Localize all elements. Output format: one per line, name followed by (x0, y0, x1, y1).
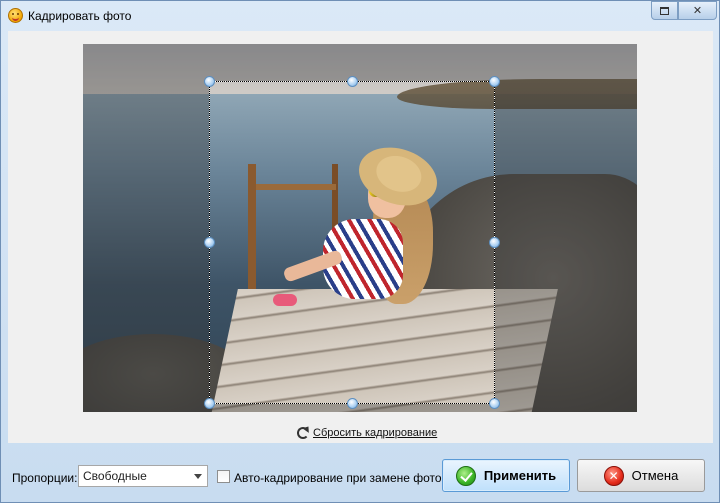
app-smiley-icon (8, 8, 23, 23)
checkmark-icon (455, 465, 476, 486)
maximize-button[interactable] (651, 1, 678, 20)
apply-label: Применить (483, 468, 557, 483)
apply-button[interactable]: Применить (442, 459, 570, 492)
crop-handle-top[interactable] (347, 76, 358, 87)
crop-handle-bottom-right[interactable] (489, 398, 500, 409)
crop-handle-right[interactable] (489, 237, 500, 248)
reset-crop-link[interactable]: Сбросить кадрирование (297, 427, 437, 439)
crop-handle-left[interactable] (204, 237, 215, 248)
proportions-label: Пропорции: (12, 471, 78, 485)
footer-bar: Пропорции: Свободные Авто-кадрирование п… (1, 444, 719, 502)
proportions-value: Свободные (83, 469, 147, 483)
close-icon: ✕ (692, 5, 703, 17)
cancel-label: Отмена (631, 468, 679, 483)
close-button[interactable]: ✕ (678, 1, 717, 20)
crop-handle-top-right[interactable] (489, 76, 500, 87)
maximize-icon (660, 6, 669, 15)
crop-photo-window: Кадрировать фото ✕ Сбросить кадрирование… (0, 0, 720, 503)
title-bar[interactable]: Кадрировать фото ✕ (1, 1, 719, 31)
crop-handle-top-left[interactable] (204, 76, 215, 87)
window-title: Кадрировать фото (28, 9, 132, 23)
dialog-body: Сбросить кадрирование (8, 31, 713, 443)
photo-preview (83, 44, 637, 412)
reset-crop-label[interactable]: Сбросить кадрирование (313, 427, 437, 439)
autocrop-checkbox[interactable] (217, 470, 230, 483)
crop-handle-bottom-left[interactable] (204, 398, 215, 409)
cancel-x-icon: ✕ (603, 465, 624, 486)
crop-handle-bottom[interactable] (347, 398, 358, 409)
cancel-button[interactable]: ✕ Отмена (577, 459, 705, 492)
chevron-down-icon (194, 474, 202, 479)
crop-selection[interactable] (204, 76, 500, 409)
proportions-select[interactable]: Свободные (78, 465, 208, 487)
autocrop-label[interactable]: Авто-кадрирование при замене фото (234, 471, 442, 485)
refresh-icon (297, 427, 309, 439)
